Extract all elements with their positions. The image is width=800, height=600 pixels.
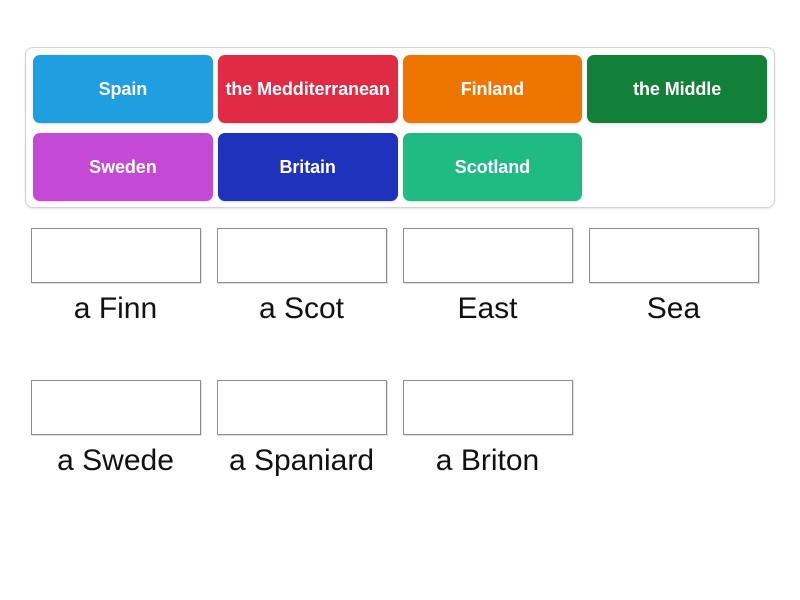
word-tile-sweden[interactable]: Sweden xyxy=(33,133,213,201)
word-tile-spain[interactable]: Spain xyxy=(33,55,213,123)
answer-row-1: a Finn a Scot East Sea xyxy=(25,228,785,327)
drop-zone-a-briton[interactable] xyxy=(402,379,573,435)
word-tile-scotland[interactable]: Scotland xyxy=(402,133,583,201)
activity-root: Spain the Medditerranean Finland the Mid… xyxy=(0,0,800,600)
tile-row-2: Sweden Britain Scotland xyxy=(33,133,767,201)
answer-item-sea: Sea xyxy=(583,228,764,327)
answer-label-a-scot: a Scot xyxy=(258,292,345,325)
drop-zone-a-swede[interactable] xyxy=(30,379,201,435)
answer-label-east: East xyxy=(457,292,518,325)
drop-zone-sea[interactable] xyxy=(588,228,759,283)
answer-item-a-briton: a Briton xyxy=(397,379,578,479)
answer-item-a-swede: a Swede xyxy=(25,379,206,479)
answer-label-a-swede: a Swede xyxy=(57,443,174,477)
answer-label-sea: Sea xyxy=(646,292,701,325)
word-tile-tray: Spain the Medditerranean Finland the Mid… xyxy=(25,47,775,208)
drop-zone-a-finn[interactable] xyxy=(30,228,201,283)
answer-label-a-spaniard: a Spaniard xyxy=(228,443,375,477)
answer-item-east: East xyxy=(397,228,578,327)
word-tile-the-middle[interactable]: the Middle xyxy=(587,55,767,123)
answer-area: a Finn a Scot East Sea a Swede a Spaniar… xyxy=(25,228,785,478)
tile-row-1: Spain the Medditerranean Finland the Mid… xyxy=(33,55,767,123)
word-tile-britain[interactable]: Britain xyxy=(217,133,398,201)
answer-label-a-finn: a Finn xyxy=(73,292,158,325)
answer-label-a-briton: a Briton xyxy=(435,443,540,477)
word-tile-finland[interactable]: Finland xyxy=(402,55,583,123)
answer-item-a-spaniard: a Spaniard xyxy=(211,379,392,479)
drop-zone-a-spaniard[interactable] xyxy=(216,379,387,435)
word-tile-the-medditerranean[interactable]: the Medditerranean xyxy=(217,55,398,123)
answer-item-a-scot: a Scot xyxy=(211,228,392,327)
answer-item-a-finn: a Finn xyxy=(25,228,206,327)
drop-zone-a-scot[interactable] xyxy=(216,228,387,283)
answer-row-2: a Swede a Spaniard a Briton xyxy=(25,379,785,479)
drop-zone-east[interactable] xyxy=(402,228,573,283)
